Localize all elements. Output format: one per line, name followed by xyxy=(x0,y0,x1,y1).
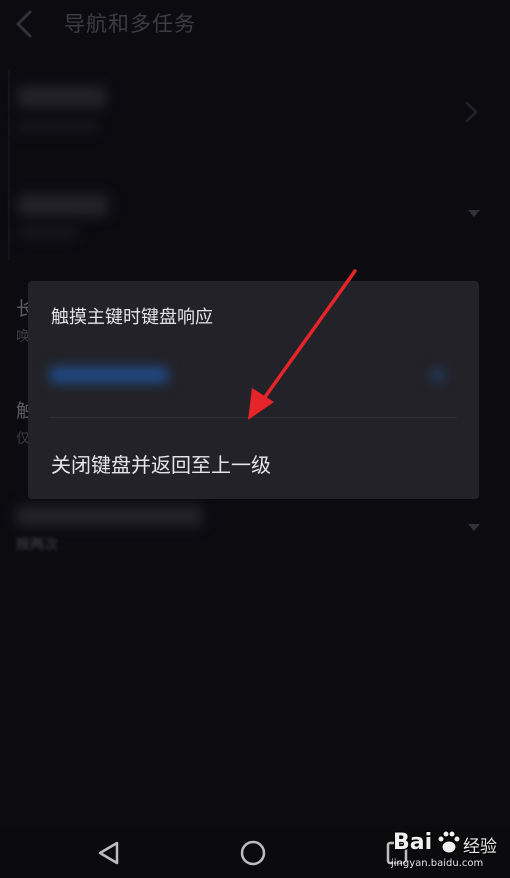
keyboard-response-dialog: 触摸主键时键盘响应 关闭键盘并返回至上一级 xyxy=(28,281,479,499)
nav-back-button[interactable] xyxy=(94,838,124,868)
watermark-url: jingyan.baidu.com xyxy=(391,858,484,869)
home-circle-icon xyxy=(240,840,266,866)
radio-selected-icon xyxy=(429,367,447,383)
divider xyxy=(50,417,457,418)
back-triangle-icon xyxy=(98,841,119,865)
option-close-keyboard[interactable]: 关闭键盘并返回至上一级 xyxy=(51,449,271,478)
baidu-jingyan-watermark: Bai 经验 jingyan.baidu.com xyxy=(387,826,510,878)
baidu-paw-icon xyxy=(437,830,461,854)
dialog-title: 触摸主键时键盘响应 xyxy=(51,307,213,328)
watermark-brand-jingyan: 经验 xyxy=(463,837,497,857)
blurred-option-label xyxy=(50,367,168,383)
nav-home-button[interactable] xyxy=(238,838,268,868)
watermark-brand-bai: Bai xyxy=(393,830,433,855)
